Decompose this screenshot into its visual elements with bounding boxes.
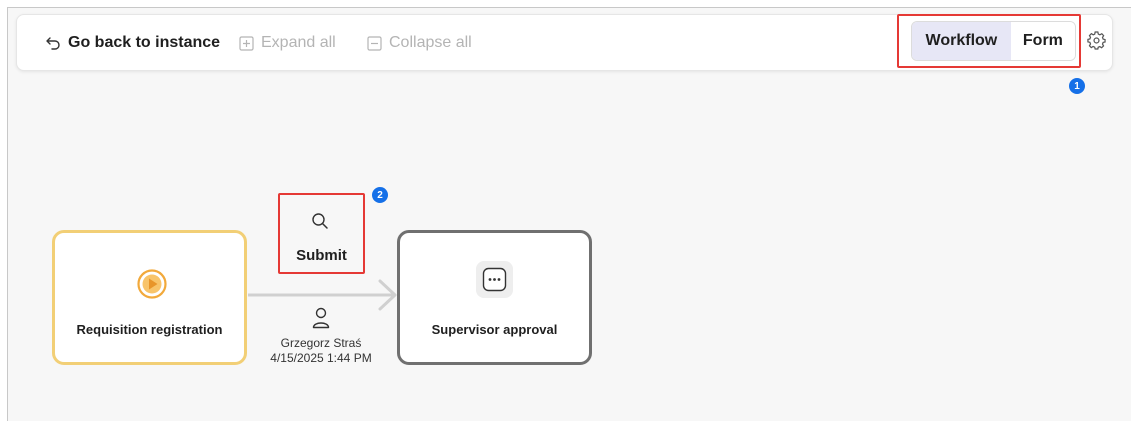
requisition-registration-step[interactable]: Requisition registration	[52, 230, 247, 365]
gear-icon[interactable]	[1087, 31, 1106, 50]
collapse-all-button[interactable]: Collapse all	[367, 32, 472, 54]
collapse-all-label: Collapse all	[389, 34, 472, 51]
more-dots-icon	[476, 261, 513, 298]
go-back-label: Go back to instance	[68, 34, 221, 51]
start-step-label: Requisition registration	[76, 322, 223, 337]
annotation-badge-2: 2	[372, 187, 388, 203]
user-icon	[312, 307, 330, 329]
transition-user: Grzegorz Straś	[280, 336, 362, 350]
expand-square-icon	[239, 35, 254, 51]
search-icon[interactable]	[311, 212, 329, 230]
annotation-badge-1: 1	[1069, 78, 1085, 94]
workflow-tab[interactable]: Workflow	[912, 22, 1011, 60]
collapse-square-icon	[367, 35, 382, 51]
form-tab[interactable]: Form	[1010, 22, 1075, 60]
undo-arrow-icon	[46, 37, 60, 50]
expand-all-label: Expand all	[261, 34, 336, 51]
expand-all-button[interactable]: Expand all	[239, 32, 336, 54]
view-toggle: Workflow Form	[911, 21, 1076, 61]
transition-timestamp: 4/15/2025 1:44 PM	[270, 351, 372, 365]
supervisor-approval-step[interactable]: Supervisor approval	[397, 230, 592, 365]
play-icon	[137, 269, 167, 299]
current-step-label: Supervisor approval	[431, 322, 558, 337]
go-back-button[interactable]: Go back to instance	[45, 32, 220, 54]
submit-transition-label[interactable]: Submit	[278, 247, 365, 264]
